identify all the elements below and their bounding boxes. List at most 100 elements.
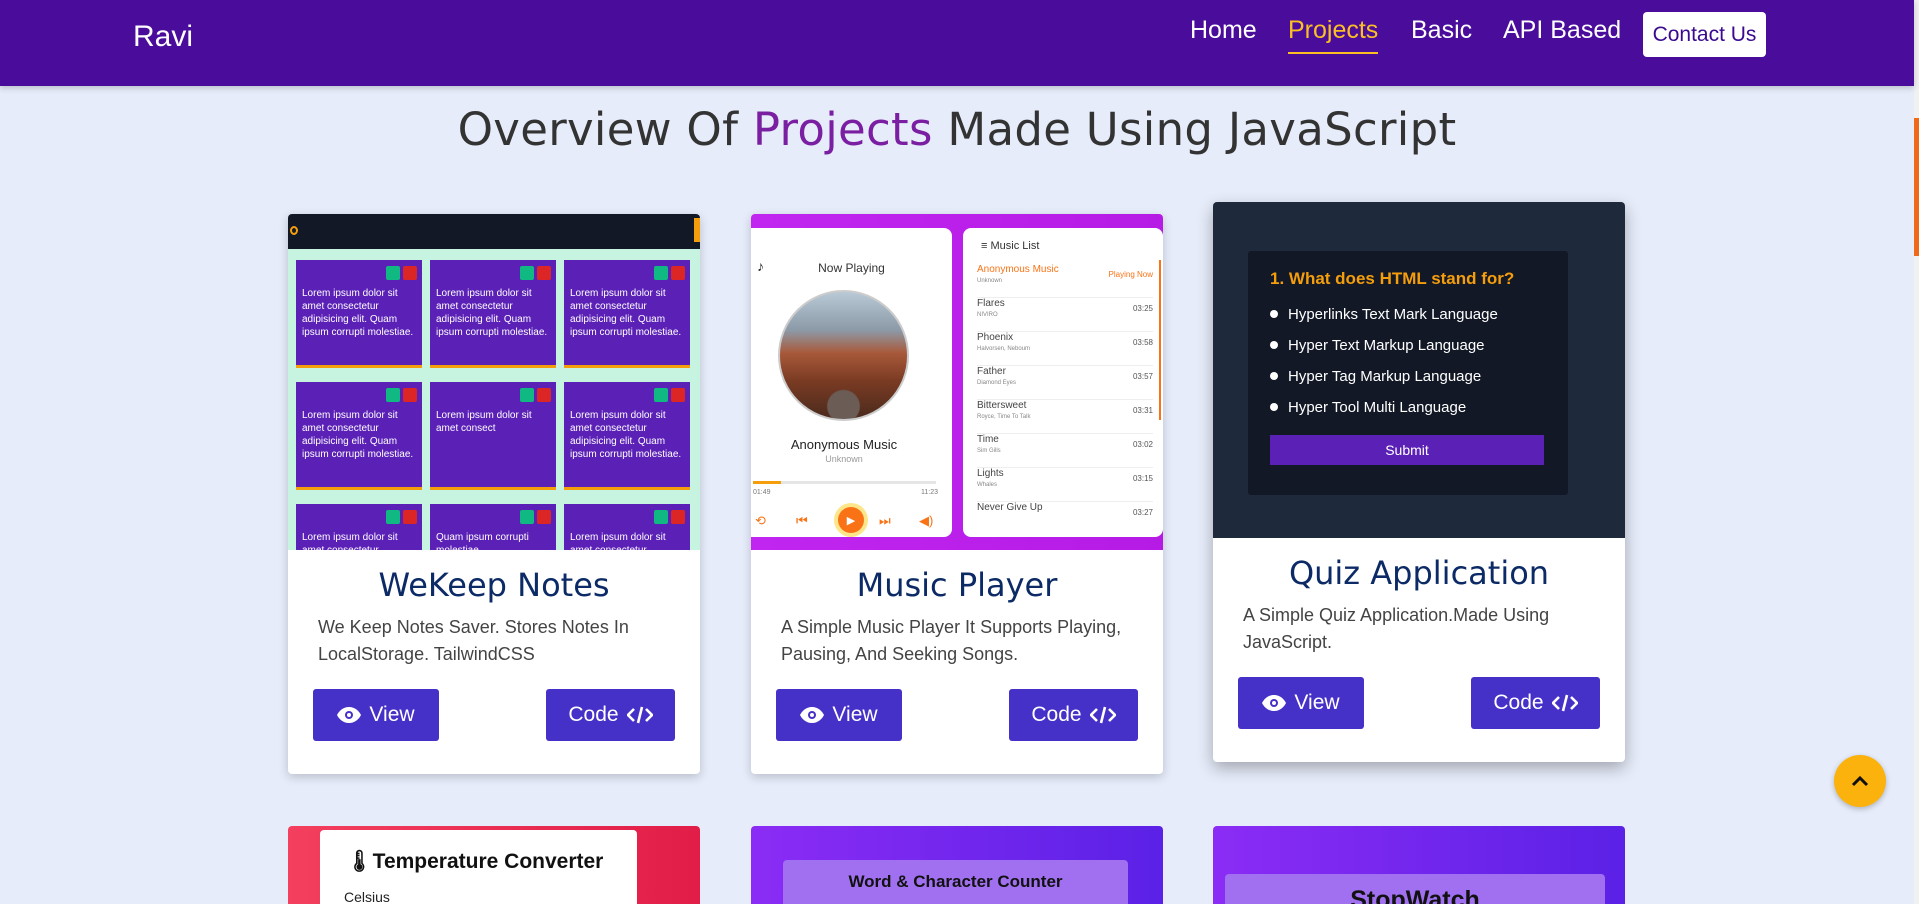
notes-button-icon bbox=[694, 218, 700, 242]
note-item: Lorem ipsum dolor sit amet consectetur a… bbox=[430, 260, 556, 368]
project-card-notes: Lorem ipsum dolor sit amet consectetur a… bbox=[288, 214, 700, 774]
eye-icon bbox=[1262, 695, 1287, 711]
note-text: Lorem ipsum dolor sit amet consectetur a… bbox=[570, 410, 682, 460]
repeat-icon: ⟲ bbox=[755, 513, 766, 528]
code-icon bbox=[1551, 694, 1578, 712]
code-button-label: Code bbox=[1493, 691, 1544, 714]
delete-icon bbox=[537, 510, 551, 524]
card-title: Quiz Application bbox=[1288, 554, 1550, 592]
view-button[interactable]: View bbox=[313, 689, 439, 741]
edit-icon bbox=[654, 510, 668, 524]
view-button-label: View bbox=[832, 703, 878, 726]
card-description: A Simple Quiz Application.Made Using Jav… bbox=[1243, 605, 1550, 652]
note-text: Lorem ipsum dolor sit amet consectetur a… bbox=[302, 410, 414, 460]
card-title: Music Player bbox=[856, 566, 1058, 604]
code-button[interactable]: Code bbox=[1009, 689, 1138, 741]
edit-icon bbox=[520, 266, 534, 280]
music-list-item: Lights Whales 03:15 bbox=[977, 468, 1153, 502]
stopwatch-title: StopWatch bbox=[1225, 874, 1605, 904]
project-card-music: ♪ Now Playing Anonymous Music Unknown 01… bbox=[751, 214, 1163, 774]
note-text: Lorem ipsum dolor sit amet consectetur a… bbox=[570, 288, 682, 338]
delete-icon bbox=[403, 388, 417, 402]
nav-link-projects[interactable]: Projects bbox=[1288, 16, 1379, 54]
scroll-to-top-button[interactable] bbox=[1834, 755, 1886, 807]
card-description: We Keep Notes Saver. Stores Notes In Loc… bbox=[318, 617, 629, 664]
code-icon bbox=[1089, 706, 1116, 724]
note-text: Lorem ipsum dolor sit amet consectetur bbox=[570, 532, 666, 550]
nav-link-api-based[interactable]: API Based bbox=[1503, 16, 1621, 45]
temperature-title-text: Temperature Converter bbox=[372, 850, 604, 873]
edit-icon bbox=[654, 388, 668, 402]
note-text: Lorem ipsum dolor sit amet consect bbox=[436, 410, 532, 434]
brand-logo[interactable]: Ravi bbox=[133, 20, 193, 54]
celsius-label: Celsius bbox=[344, 889, 390, 904]
music-list-title: ≡ Music List bbox=[981, 240, 1039, 252]
navbar: Ravi Home Projects Basic API Based Conta… bbox=[0, 0, 1914, 86]
note-item: Lorem ipsum dolor sit amet consectetur a… bbox=[296, 260, 422, 368]
chevron-up-icon bbox=[1851, 775, 1869, 787]
view-button[interactable]: View bbox=[1238, 677, 1364, 729]
volume-icon: ◀) bbox=[919, 513, 934, 528]
delete-icon bbox=[403, 266, 417, 280]
next-icon: ⏭ bbox=[879, 513, 891, 528]
page-title-highlight: Projects bbox=[752, 103, 933, 156]
album-art bbox=[778, 290, 909, 421]
temperature-preview: 🌡Temperature Converter Celsius bbox=[320, 830, 637, 904]
page-title-prefix: Overview Of bbox=[457, 103, 753, 156]
nav-link-home[interactable]: Home bbox=[1190, 16, 1257, 45]
note-text: Lorem ipsum dolor sit amet consectetur a… bbox=[436, 288, 548, 338]
music-list-item: Never Give Up 03:27 bbox=[977, 502, 1153, 517]
notes-preview-bar bbox=[288, 214, 700, 249]
quiz-question: 1. What does HTML stand for? bbox=[1270, 269, 1515, 288]
song-artist: Unknown bbox=[825, 454, 863, 464]
note-item: Lorem ipsum dolor sit amet consectetur bbox=[296, 504, 422, 550]
music-list-item: Time Sim Gills 03:02 bbox=[977, 434, 1153, 468]
project-card-temperature: 🌡Temperature Converter Celsius bbox=[288, 826, 700, 904]
project-card-word-counter: Word & Character Counter bbox=[751, 826, 1163, 904]
note-item: Lorem ipsum dolor sit amet consectetur bbox=[564, 504, 690, 550]
note-text: Lorem ipsum dolor sit amet consectetur a… bbox=[302, 288, 414, 338]
song-title: Anonymous Music bbox=[790, 437, 898, 452]
note-text: Quam ipsum corrupti molestiae. bbox=[436, 532, 529, 550]
music-list-panel: ≡ Music List Anonymous Music Unknown Playi… bbox=[963, 228, 1163, 537]
edit-icon bbox=[386, 266, 400, 280]
word-counter-title: Word & Character Counter bbox=[783, 860, 1128, 904]
card-description: A Simple Music Player It Supports Playin… bbox=[781, 617, 1122, 664]
edit-icon bbox=[520, 510, 534, 524]
notes-logo-icon bbox=[290, 226, 298, 235]
quiz-option: Hyper Tool Multi Language bbox=[1270, 399, 1466, 416]
scrollbar-thumb[interactable] bbox=[1914, 118, 1919, 256]
note-item: Lorem ipsum dolor sit amet consect bbox=[430, 382, 556, 490]
contact-us-button[interactable]: Contact Us bbox=[1643, 12, 1766, 57]
music-list-item: Flares NIVIRO 03:25 bbox=[977, 298, 1153, 332]
delete-icon bbox=[403, 510, 417, 524]
code-button-label: Code bbox=[1031, 703, 1082, 726]
page-title: Overview Of Projects Made Using JavaScri… bbox=[0, 103, 1914, 156]
quiz-option: Hyper Text Markup Language bbox=[1270, 337, 1485, 354]
note-item: Lorem ipsum dolor sit amet consectetur a… bbox=[564, 382, 690, 490]
play-icon: ▶ bbox=[838, 507, 864, 533]
music-player-panel: ♪ Now Playing Anonymous Music Unknown 01… bbox=[751, 228, 952, 537]
project-card-stopwatch: StopWatch bbox=[1213, 826, 1625, 904]
quiz-option: Hyper Tag Markup Language bbox=[1270, 368, 1481, 385]
code-button-label: Code bbox=[568, 703, 619, 726]
delete-icon bbox=[671, 388, 685, 402]
delete-icon bbox=[671, 510, 685, 524]
code-button[interactable]: Code bbox=[546, 689, 675, 741]
note-item: Lorem ipsum dolor sit amet consectetur a… bbox=[564, 260, 690, 368]
quiz-submit-button: Submit bbox=[1270, 435, 1544, 465]
music-list-scrollbar bbox=[1159, 260, 1161, 420]
view-button-label: View bbox=[369, 703, 415, 726]
music-list-item: Anonymous Music Unknown Playing Now bbox=[977, 264, 1153, 298]
eye-icon bbox=[337, 707, 362, 723]
card-title: WeKeep Notes bbox=[378, 566, 610, 604]
music-list-item: Father Diamond Eyes 03:57 bbox=[977, 366, 1153, 400]
note-text: Lorem ipsum dolor sit amet consectetur bbox=[302, 532, 398, 550]
thermometer-icon: 🌡 bbox=[346, 850, 373, 873]
code-button[interactable]: Code bbox=[1471, 677, 1600, 729]
nav-link-basic[interactable]: Basic bbox=[1411, 16, 1472, 45]
project-card-quiz: 1. What does HTML stand for? Hyperlinks … bbox=[1213, 202, 1625, 762]
temperature-title: 🌡Temperature Converter bbox=[346, 850, 603, 874]
view-button[interactable]: View bbox=[776, 689, 902, 741]
delete-icon bbox=[537, 266, 551, 280]
